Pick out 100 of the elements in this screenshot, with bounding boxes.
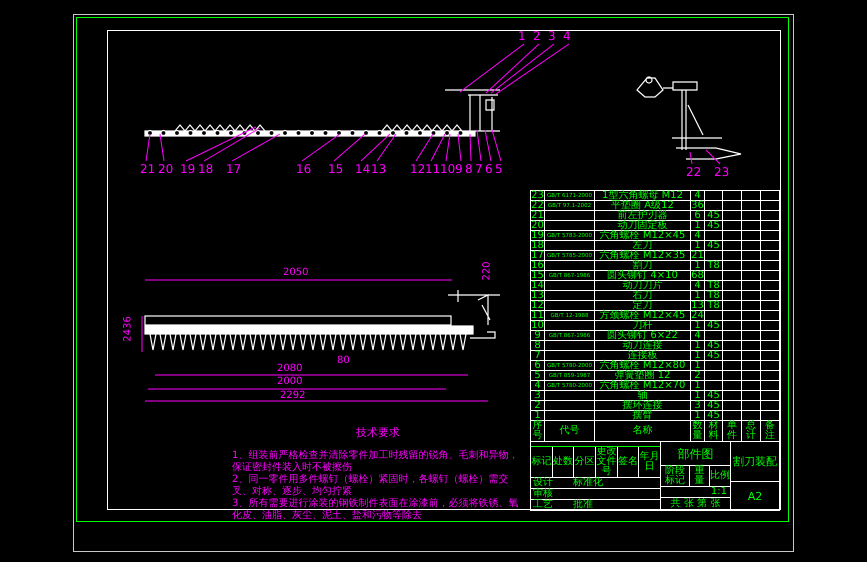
table-cell: 轴 (638, 391, 648, 401)
column-header: 序号 (532, 421, 544, 441)
table-cell: 2 (534, 401, 541, 411)
table-cell: 右刀 (632, 291, 652, 301)
part-number-label: 10 (440, 163, 456, 175)
leader-line (476, 130, 482, 162)
table-cell: 45 (707, 391, 720, 401)
part-number-label: 9 (455, 163, 463, 175)
part-number-label: 13 (371, 163, 386, 175)
table-cell: 19 (531, 231, 544, 241)
part-number-label: 7 (475, 163, 483, 175)
dimension-label: 2000 (277, 377, 302, 387)
table-cell: 定刀 (632, 301, 652, 311)
leader-line (334, 134, 366, 162)
table-cell: 18 (531, 241, 544, 251)
table-cell: 7 (534, 351, 541, 361)
table-cell: 4 (534, 381, 541, 391)
part-number-label: 5 (495, 163, 503, 175)
table-cell: 动刀刀片 (622, 281, 662, 291)
part-number-label: 19 (180, 163, 196, 175)
table-cell: 21 (531, 211, 544, 221)
table-cell: 1 (694, 241, 701, 251)
table-cell: 45 (707, 401, 720, 411)
leader-line (460, 44, 524, 92)
table-cell: 6 (534, 361, 541, 371)
leader-line (458, 134, 462, 162)
table-cell: T8 (707, 291, 720, 301)
dimension-label: 2050 (283, 268, 308, 278)
leader-line (486, 44, 540, 94)
table-cell: 9 (534, 331, 541, 341)
leader-line (690, 152, 692, 164)
table-cell: 2 (694, 371, 701, 381)
part-number-label: 17 (226, 163, 242, 175)
dimension-label: 220 (482, 261, 493, 281)
table-cell: 22 (531, 201, 544, 211)
table-cell: 8 (534, 341, 541, 351)
table-cell: 1 (694, 351, 701, 361)
leader-line (706, 150, 720, 164)
sheet-size-label: A2 (748, 490, 762, 502)
signoff-label: 标准化 (573, 478, 603, 488)
table-cell: 圆头铆钉 6×22 (607, 331, 678, 341)
table-cell: 1 (694, 321, 701, 331)
revision-label: 年月日 (640, 452, 660, 472)
table-cell: 弹簧垫圈 12 (614, 371, 670, 381)
part-number-label: 8 (465, 163, 473, 175)
table-cell: 4 (694, 231, 701, 241)
dimension-label: 2436 (124, 316, 134, 342)
tech-requirement-text: 1、组装前严格检查并清除零件加工时残留的锐角、毛刺和异物，保证密封件装入时不被擦伤 (232, 450, 520, 474)
column-header: 总计 (745, 421, 757, 441)
part-number-label: 11 (425, 163, 440, 175)
signoff-label: 批准 (573, 500, 593, 510)
tech-requirement-text: 3、所有需要进行涂装的钢铁制件表面在涂漆前，必须将铁锈、氧化皮、油脂、灰尘、泥土、盐和污物等除去 (232, 498, 520, 522)
leader-line (146, 134, 150, 162)
part-number-label: 3 (548, 30, 556, 42)
table-cell: 15 (531, 271, 544, 281)
table-cell: 割刀 (632, 261, 652, 271)
part-number-label: 21 (140, 163, 156, 175)
stage-label: 重量 (694, 466, 706, 486)
table-cell: 1 (694, 391, 701, 401)
table-cell: 12 (531, 301, 544, 311)
column-header: 代号 (560, 426, 580, 436)
scale-value: 1:1 (710, 487, 727, 497)
leader-line (160, 134, 164, 162)
table-cell: 1型六角螺母 M12 (602, 191, 683, 201)
table-cell: 45 (707, 321, 720, 331)
stage-label: 阶段标记 (665, 466, 685, 486)
part-number-label: 14 (355, 163, 370, 175)
table-cell: 45 (707, 351, 720, 361)
leader-line (204, 128, 260, 162)
table-cell: 36 (691, 201, 704, 211)
table-cell: 平垫圈 A级12 (611, 201, 674, 211)
revision-label: 标记 (531, 457, 552, 467)
part-number-label: 6 (485, 163, 493, 175)
dimension-label: 80 (337, 356, 350, 366)
table-cell: 68 (691, 271, 704, 281)
part-number-label: 18 (198, 163, 214, 175)
table-cell: 1 (694, 261, 701, 271)
part-number-label: 15 (328, 163, 344, 175)
tech-requirement-text: 2、同一零件用多件螺钉（螺栓）紧固时，各螺钉（螺栓）需交叉、对称、逐步、均匀拧紧 (232, 474, 510, 498)
table-cell: 六角螺栓 M12×45 (600, 231, 686, 241)
table-cell: 六角螺栓 M12×80 (600, 361, 686, 371)
table-cell: 23 (531, 191, 544, 201)
table-cell: 3 (694, 401, 701, 411)
leader-line (302, 134, 340, 162)
table-cell: 11 (531, 311, 544, 321)
part-number-label: 16 (296, 163, 312, 175)
table-cell: 14 (531, 281, 544, 291)
table-cell: 45 (707, 221, 720, 231)
part-number-label: 23 (714, 166, 730, 178)
table-cell: 1 (534, 411, 541, 421)
part-number-label: 12 (410, 163, 426, 175)
sheet-count-label: 共 张 第 张 (670, 499, 720, 509)
table-cell: 1 (694, 221, 701, 231)
table-cell: 1 (694, 411, 701, 421)
table-cell: 24 (691, 311, 704, 321)
tech-requirements-title: 技术要求 (356, 426, 400, 440)
table-cell: T8 (707, 281, 720, 291)
table-cell: 1 (694, 291, 701, 301)
table-cell: 4 (694, 191, 701, 201)
leader-line (470, 134, 472, 162)
